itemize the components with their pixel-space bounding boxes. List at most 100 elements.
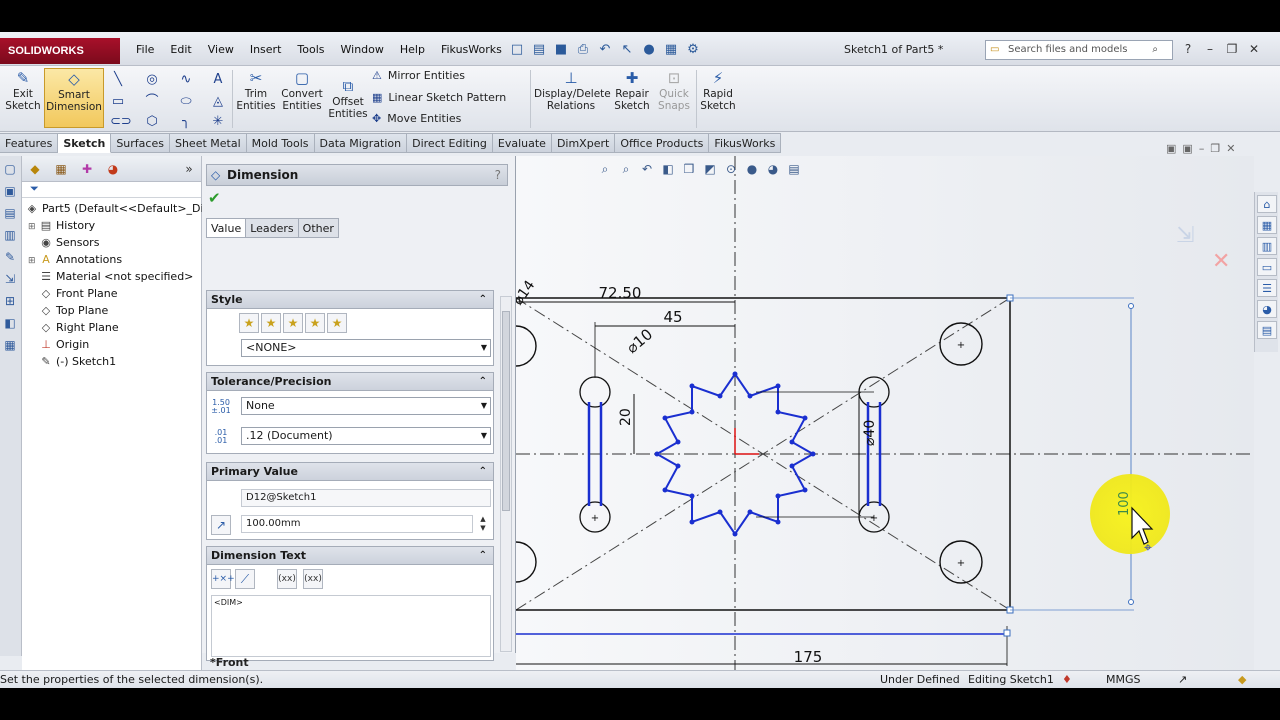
dimension-value-field[interactable]: 100.00mm	[241, 515, 473, 533]
dimension-name-field[interactable]: D12@Sketch1	[241, 489, 491, 507]
menu-window[interactable]: Window	[333, 42, 392, 58]
plane-icon[interactable]: ◬	[210, 94, 226, 110]
scene-icon[interactable]: ◕	[764, 160, 782, 178]
resources-icon[interactable]: ⌂	[1257, 195, 1277, 213]
close-icon[interactable]: ✕	[1246, 41, 1262, 57]
rebuild-icon[interactable]: ●	[640, 41, 658, 59]
quick-snaps-button[interactable]: ⊡ Quick Snaps	[656, 68, 692, 128]
ellipse-icon[interactable]: ⬭	[178, 94, 194, 110]
reverse-direction-icon[interactable]: ↗	[211, 515, 231, 535]
sketch-icon[interactable]: ✎	[0, 248, 20, 266]
new-document-icon[interactable]: □	[508, 41, 526, 59]
save-style-icon[interactable]: ★	[305, 313, 325, 333]
pattern-icon[interactable]: ▦	[0, 336, 20, 354]
rebuild-status-icon[interactable]: ♦	[1062, 671, 1072, 688]
tag-icon[interactable]: ◆	[1238, 671, 1246, 688]
rapid-sketch-button[interactable]: ⚡ Rapid Sketch	[700, 68, 736, 128]
collapse-icon[interactable]: ⌃	[479, 547, 487, 564]
scroll-thumb[interactable]	[502, 311, 510, 511]
line-icon[interactable]: ╲	[110, 72, 126, 88]
tab-sheet-metal[interactable]: Sheet Metal	[169, 133, 247, 153]
tab-other[interactable]: Other	[297, 218, 339, 238]
fillet-icon[interactable]: ╮	[178, 114, 194, 130]
tab-features[interactable]: Features	[0, 133, 59, 153]
arc-icon[interactable]: ⌒	[144, 94, 160, 110]
folder-icon[interactable]: ▭	[1257, 258, 1277, 276]
linear-sketch-pattern-button[interactable]: ▦ Linear Sketch Pattern	[372, 90, 506, 106]
dimension-20[interactable]: 20	[618, 408, 634, 426]
offset-entities-button[interactable]: ⧉ Offset Entities	[328, 68, 368, 128]
tree-item-sensors[interactable]: ◉ Sensors	[38, 234, 99, 251]
view-orientation-icon[interactable]: ❒	[680, 160, 698, 178]
view-palette-icon[interactable]: ☰	[1257, 279, 1277, 297]
doc-close-icon[interactable]: ✕	[1226, 142, 1235, 155]
load-style-icon[interactable]: ★	[327, 313, 347, 333]
spline-icon[interactable]: ∿	[178, 72, 194, 88]
tab-data-migration[interactable]: Data Migration	[314, 133, 408, 153]
parentheses-icon[interactable]: (xx)	[277, 569, 297, 589]
unit-system[interactable]: MMGS	[1106, 671, 1141, 688]
tree-item-origin[interactable]: ⊥ Origin	[38, 336, 89, 353]
search-icon[interactable]: ⌕	[1152, 41, 1158, 59]
menu-edit[interactable]: Edit	[162, 42, 199, 58]
exit-sketch-button[interactable]: ✎ Exit Sketch	[4, 68, 42, 128]
help-icon[interactable]: ?	[495, 165, 501, 185]
center-dimension-icon[interactable]: ⟋	[235, 569, 255, 589]
sheet-icon[interactable]: ▥	[0, 226, 20, 244]
move-entities-button[interactable]: ✥ Move Entities	[372, 111, 461, 127]
print-icon[interactable]: ⎙	[574, 41, 592, 59]
dimension-45[interactable]: 45	[663, 308, 682, 326]
apply-style-icon[interactable]: ★	[239, 313, 259, 333]
collapse-icon[interactable]: ⌃	[479, 291, 487, 308]
sketch-canvas[interactable]: + + + + 72.50 45 ⌀10 ⌀14 20 ⌀40 175 100 …	[516, 156, 1254, 670]
restore-icon[interactable]: ❐	[1224, 41, 1240, 57]
style-dropdown[interactable]: <NONE> ▼	[241, 339, 491, 357]
layers-icon[interactable]: ▤	[0, 204, 20, 222]
tree-filter[interactable]: ⏷	[22, 182, 201, 198]
menu-fikusworks[interactable]: FikusWorks	[433, 42, 510, 58]
doc-minimize-icon[interactable]: –	[1199, 142, 1205, 155]
inspection-icon[interactable]: (xx)	[303, 569, 323, 589]
tab-dimxpert[interactable]: DimXpert	[551, 133, 616, 153]
file-properties-icon[interactable]: ▦	[662, 41, 680, 59]
slot-icon[interactable]: ⊂⊃	[110, 114, 132, 130]
rectangle-icon[interactable]: ▭	[110, 94, 126, 110]
ok-check-icon[interactable]: ✔	[208, 189, 221, 207]
dim-100-endpoint[interactable]	[1128, 303, 1134, 309]
repair-sketch-button[interactable]: ✚ Repair Sketch	[612, 68, 652, 128]
graphics-area[interactable]: + + + + 72.50 45 ⌀10 ⌀14 20 ⌀40 175 100 …	[516, 156, 1254, 670]
doc-restore-icon[interactable]: ❐	[1210, 142, 1220, 155]
save-icon[interactable]: ■	[552, 41, 570, 59]
primary-value-header[interactable]: Primary Value ⌃	[207, 463, 493, 481]
options-icon[interactable]: ⚙	[684, 41, 702, 59]
select-icon[interactable]: ↖	[618, 41, 636, 59]
feature-tree-tab-icon[interactable]: ◆	[26, 160, 44, 178]
dimension-text-header[interactable]: Dimension Text ⌃	[207, 547, 493, 565]
tab-office-products[interactable]: Office Products	[615, 133, 710, 153]
dimension-100-preview[interactable]: 100	[1117, 491, 1132, 516]
tab-leaders[interactable]: Leaders	[245, 218, 299, 238]
display-icon[interactable]: ◧	[0, 314, 20, 332]
relation-icon[interactable]: ⊞	[0, 292, 20, 310]
tab-evaluate[interactable]: Evaluate	[492, 133, 552, 153]
precision-dropdown[interactable]: .12 (Document) ▼	[241, 427, 491, 445]
menu-help[interactable]: Help	[392, 42, 433, 58]
tolerance-group-header[interactable]: Tolerance/Precision ⌃	[207, 373, 493, 391]
display-style-icon[interactable]: ◩	[701, 160, 719, 178]
tree-root[interactable]: ◈ Part5 (Default<<Default>_Disp	[24, 200, 217, 217]
dimension-175[interactable]: 175	[794, 648, 823, 666]
tile-icon-2[interactable]: ▣	[1182, 142, 1192, 155]
tree-item-material[interactable]: ☰ Material <not specified>	[38, 268, 193, 285]
menu-view[interactable]: View	[200, 42, 242, 58]
collapse-icon[interactable]: ⌃	[479, 373, 487, 390]
menu-tools[interactable]: Tools	[289, 42, 332, 58]
file-explorer-icon[interactable]: ▥	[1257, 237, 1277, 255]
confirm-sketch-icon[interactable]: ⇲	[1176, 223, 1194, 248]
text-icon[interactable]: A	[210, 72, 226, 88]
dimension-72-50[interactable]: 72.50	[599, 284, 642, 302]
smart-dimension-button[interactable]: ◇ Smart Dimension	[44, 68, 104, 128]
undo-icon[interactable]: ↶	[596, 41, 614, 59]
previous-view-icon[interactable]: ↶	[638, 160, 656, 178]
dim-100-endpoint[interactable]	[1128, 599, 1134, 605]
zoom-to-fit-icon[interactable]: ⌕	[596, 160, 614, 178]
